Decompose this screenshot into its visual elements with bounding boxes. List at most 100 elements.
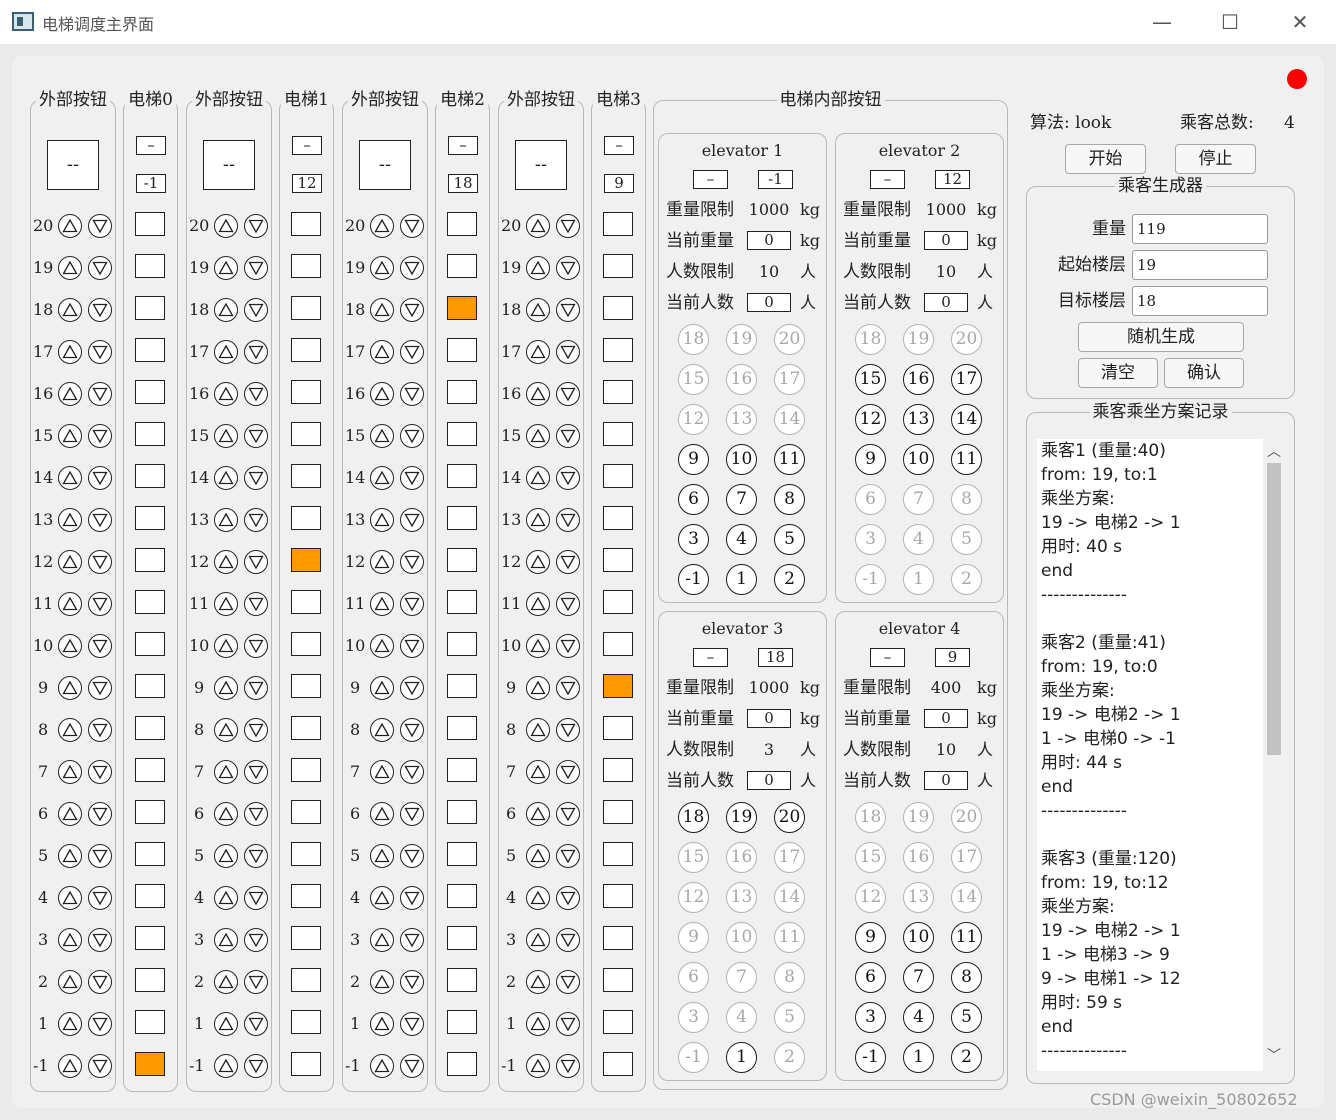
call-down-button[interactable] bbox=[556, 970, 580, 994]
inner-floor-button[interactable]: 17 bbox=[951, 842, 982, 873]
inner-floor-button[interactable]: 3 bbox=[855, 524, 886, 555]
call-up-button[interactable] bbox=[526, 550, 550, 574]
inner-floor-button[interactable]: 17 bbox=[774, 364, 805, 395]
inner-floor-button[interactable]: 9 bbox=[855, 444, 886, 475]
call-up-button[interactable] bbox=[214, 592, 238, 616]
call-down-button[interactable] bbox=[556, 340, 580, 364]
call-up-button[interactable] bbox=[526, 592, 550, 616]
inner-floor-button[interactable]: 9 bbox=[678, 922, 709, 953]
call-up-button[interactable] bbox=[526, 1054, 550, 1078]
inner-floor-button[interactable]: 10 bbox=[726, 922, 757, 953]
call-up-button[interactable] bbox=[526, 760, 550, 784]
call-down-button[interactable] bbox=[556, 424, 580, 448]
call-up-button[interactable] bbox=[370, 1054, 394, 1078]
call-up-button[interactable] bbox=[526, 802, 550, 826]
call-down-button[interactable] bbox=[400, 424, 424, 448]
inner-floor-button[interactable]: 6 bbox=[855, 962, 886, 993]
call-up-button[interactable] bbox=[214, 844, 238, 868]
call-up-button[interactable] bbox=[58, 382, 82, 406]
inner-floor-button[interactable]: 5 bbox=[951, 1002, 982, 1033]
inner-current_people-value[interactable]: 0 bbox=[747, 293, 791, 312]
call-up-button[interactable] bbox=[214, 550, 238, 574]
call-down-button[interactable] bbox=[244, 928, 268, 952]
inner-floor-button[interactable]: 11 bbox=[951, 444, 982, 475]
call-down-button[interactable] bbox=[244, 256, 268, 280]
call-up-button[interactable] bbox=[370, 802, 394, 826]
inner-floor-button[interactable]: 6 bbox=[855, 484, 886, 515]
call-up-button[interactable] bbox=[58, 970, 82, 994]
call-up-button[interactable] bbox=[526, 1012, 550, 1036]
call-up-button[interactable] bbox=[370, 382, 394, 406]
call-up-button[interactable] bbox=[370, 466, 394, 490]
call-down-button[interactable] bbox=[244, 1012, 268, 1036]
call-up-button[interactable] bbox=[58, 802, 82, 826]
call-up-button[interactable] bbox=[526, 466, 550, 490]
inner-floor-button[interactable]: 14 bbox=[774, 404, 805, 435]
confirm-button[interactable]: 确认 bbox=[1164, 358, 1244, 388]
call-up-button[interactable] bbox=[526, 970, 550, 994]
call-down-button[interactable] bbox=[400, 214, 424, 238]
call-up-button[interactable] bbox=[526, 340, 550, 364]
call-down-button[interactable] bbox=[88, 298, 112, 322]
call-down-button[interactable] bbox=[400, 508, 424, 532]
call-down-button[interactable] bbox=[556, 844, 580, 868]
call-up-button[interactable] bbox=[58, 718, 82, 742]
call-up-button[interactable] bbox=[214, 676, 238, 700]
call-down-button[interactable] bbox=[400, 340, 424, 364]
call-down-button[interactable] bbox=[400, 802, 424, 826]
call-down-button[interactable] bbox=[88, 760, 112, 784]
start-floor-input[interactable]: 19 bbox=[1132, 250, 1268, 280]
call-up-button[interactable] bbox=[58, 508, 82, 532]
call-down-button[interactable] bbox=[556, 382, 580, 406]
call-down-button[interactable] bbox=[400, 382, 424, 406]
call-down-button[interactable] bbox=[400, 676, 424, 700]
call-up-button[interactable] bbox=[58, 928, 82, 952]
call-down-button[interactable] bbox=[88, 970, 112, 994]
call-down-button[interactable] bbox=[244, 718, 268, 742]
call-up-button[interactable] bbox=[214, 1012, 238, 1036]
inner-floor-button[interactable]: 3 bbox=[678, 524, 709, 555]
call-up-button[interactable] bbox=[214, 214, 238, 238]
call-down-button[interactable] bbox=[556, 1012, 580, 1036]
call-down-button[interactable] bbox=[400, 844, 424, 868]
inner-floor-button[interactable]: 1 bbox=[726, 564, 757, 595]
inner-floor-button[interactable]: 20 bbox=[951, 324, 982, 355]
call-down-button[interactable] bbox=[88, 844, 112, 868]
call-up-button[interactable] bbox=[526, 928, 550, 952]
call-down-button[interactable] bbox=[88, 676, 112, 700]
call-up-button[interactable] bbox=[370, 1012, 394, 1036]
call-up-button[interactable] bbox=[58, 760, 82, 784]
inner-floor-button[interactable]: 5 bbox=[774, 524, 805, 555]
call-down-button[interactable] bbox=[244, 508, 268, 532]
call-up-button[interactable] bbox=[526, 382, 550, 406]
inner-floor-button[interactable]: 19 bbox=[726, 324, 757, 355]
inner-floor-button[interactable]: 18 bbox=[678, 802, 709, 833]
call-up-button[interactable] bbox=[526, 718, 550, 742]
call-down-button[interactable] bbox=[400, 298, 424, 322]
call-down-button[interactable] bbox=[556, 928, 580, 952]
call-up-button[interactable] bbox=[526, 214, 550, 238]
inner-floor-button[interactable]: 1 bbox=[903, 1042, 934, 1073]
call-up-button[interactable] bbox=[58, 550, 82, 574]
call-down-button[interactable] bbox=[244, 634, 268, 658]
call-down-button[interactable] bbox=[400, 634, 424, 658]
call-up-button[interactable] bbox=[526, 676, 550, 700]
call-up-button[interactable] bbox=[370, 760, 394, 784]
inner-floor-button[interactable]: 20 bbox=[951, 802, 982, 833]
call-up-button[interactable] bbox=[58, 592, 82, 616]
inner-current_people-value[interactable]: 0 bbox=[924, 293, 968, 312]
call-down-button[interactable] bbox=[556, 550, 580, 574]
call-down-button[interactable] bbox=[556, 886, 580, 910]
call-down-button[interactable] bbox=[556, 718, 580, 742]
call-up-button[interactable] bbox=[58, 886, 82, 910]
inner-floor-button[interactable]: 4 bbox=[903, 1002, 934, 1033]
inner-floor-button[interactable]: 3 bbox=[855, 1002, 886, 1033]
call-down-button[interactable] bbox=[556, 592, 580, 616]
inner-floor-button[interactable]: 1 bbox=[903, 564, 934, 595]
call-up-button[interactable] bbox=[214, 802, 238, 826]
inner-floor-button[interactable]: 2 bbox=[951, 1042, 982, 1073]
scroll-up-arrow-icon[interactable]: ︿ bbox=[1263, 441, 1285, 463]
inner-floor-button[interactable]: 11 bbox=[951, 922, 982, 953]
call-up-button[interactable] bbox=[526, 298, 550, 322]
call-up-button[interactable] bbox=[214, 886, 238, 910]
